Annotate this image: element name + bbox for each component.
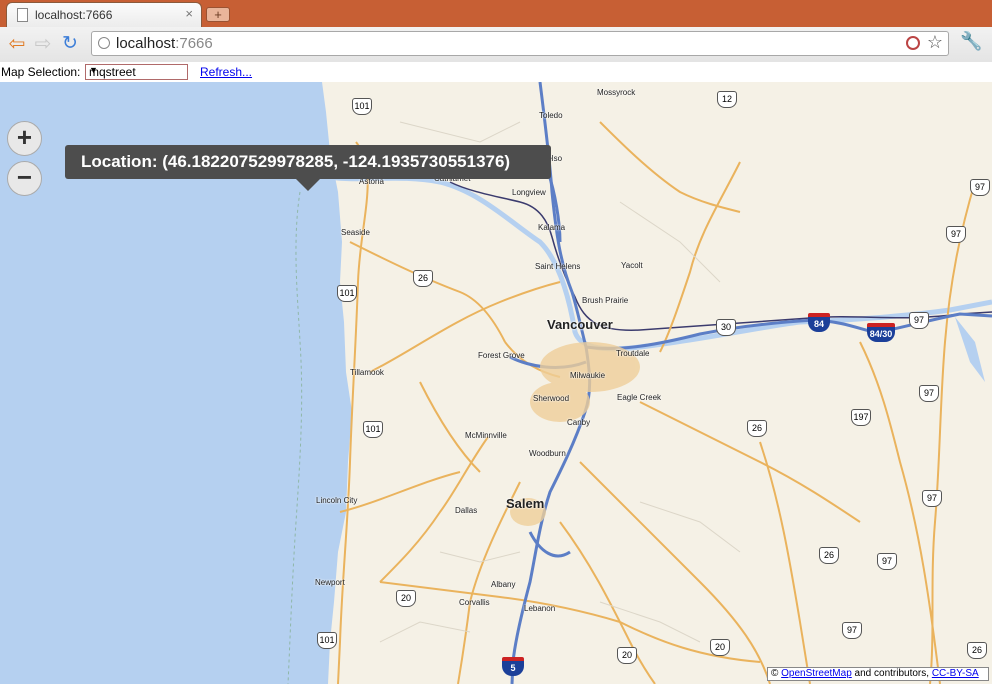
city-label-seaside: Seaside [341, 228, 370, 237]
city-label-toledo: Toledo [539, 111, 563, 120]
us101-shield-icon: 101 [337, 285, 357, 302]
popup-pointer [296, 179, 320, 191]
location-popup: Location: (46.182207529978285, -124.1935… [65, 145, 551, 179]
us97-shield-icon: 97 [909, 312, 929, 329]
us101-shield-icon: 101 [317, 632, 337, 649]
city-label-corvallis: Corvallis [459, 598, 490, 607]
city-label-lebanon: Lebanon [524, 604, 556, 613]
i84-shield-icon: 84 [808, 313, 830, 332]
us97-shield-icon: 97 [877, 553, 897, 570]
tab-title: localhost:7666 [35, 8, 113, 22]
close-tab-icon[interactable]: × [185, 6, 193, 21]
openstreetmap-link[interactable]: OpenStreetMap [781, 668, 852, 679]
map-view[interactable]: Mossyrock Toledo Kelso Astoria Cathlamet… [0, 82, 992, 684]
us26-shield-icon: 26 [819, 547, 839, 564]
city-label-troutdale: Troutdale [616, 349, 650, 358]
city-label-tillamook: Tillamook [350, 368, 384, 377]
us97-shield-icon: 97 [842, 622, 862, 639]
city-label-dallas: Dallas [455, 506, 478, 515]
city-label-albany: Albany [491, 580, 516, 589]
location-target-icon[interactable] [906, 36, 920, 50]
address-bar[interactable]: localhost:7666 ☆ [91, 31, 949, 56]
i5-shield-icon: 5 [502, 657, 524, 676]
title-bar: localhost:7666 × + [0, 0, 992, 27]
copyright-symbol: © [771, 668, 779, 679]
new-tab-button[interactable]: + [206, 7, 230, 22]
map-attribution: © OpenStreetMap and contributors, CC-BY-… [767, 667, 989, 681]
city-label-mcminnville: McMinnville [465, 431, 507, 440]
city-label-lincoln-city: Lincoln City [316, 496, 358, 505]
city-label-eagle-creek: Eagle Creek [617, 393, 662, 402]
map-selection-dropdown[interactable]: mqstreet ▼ [85, 64, 188, 80]
license-link[interactable]: CC-BY-SA [932, 668, 979, 679]
city-label-yacolt: Yacolt [621, 261, 643, 270]
us97-shield-icon: 97 [922, 490, 942, 507]
attribution-text: and contributors, [854, 668, 930, 679]
i84-30-shield-icon: 84/30 [867, 323, 895, 342]
back-arrow-icon[interactable]: ⇦ [5, 32, 29, 56]
city-label-longview: Longview [512, 188, 546, 197]
map-controls-bar: Map Selection: mqstreet ▼ Refresh... [0, 62, 992, 82]
us20-shield-icon: 20 [396, 590, 416, 607]
city-label-woodburn: Woodburn [529, 449, 566, 458]
dropdown-arrow-icon: ▼ [89, 65, 98, 75]
city-label-mossyrock: Mossyrock [597, 88, 636, 97]
us26-shield-icon: 26 [967, 642, 987, 659]
us20-shield-icon: 20 [617, 647, 637, 664]
zoom-in-button[interactable]: + [7, 121, 42, 156]
forward-arrow-icon[interactable]: ⇨ [31, 32, 55, 56]
map-selection-label: Map Selection: [1, 65, 81, 79]
us20-shield-icon: 20 [710, 639, 730, 656]
city-label-brush-prairie: Brush Prairie [582, 296, 629, 305]
us197-shield-icon: 197 [851, 409, 871, 426]
city-label-kalama: Kalama [538, 223, 566, 232]
us101-shield-icon: 101 [352, 98, 372, 115]
url-text[interactable]: localhost:7666 [116, 35, 213, 52]
city-label-saint-helens: Saint Helens [535, 262, 581, 271]
us97-shield-icon: 97 [919, 385, 939, 402]
globe-icon [98, 37, 110, 49]
city-label-salem: Salem [506, 496, 545, 511]
us101-shield-icon: 101 [363, 421, 383, 438]
page-icon [17, 8, 28, 22]
bookmark-star-icon[interactable]: ☆ [927, 32, 943, 53]
browser-toolbar: ⇦ ⇨ ↻ localhost:7666 ☆ 🔧 [0, 27, 992, 62]
city-label-sherwood: Sherwood [533, 394, 570, 403]
city-label-milwaukie: Milwaukie [570, 371, 606, 380]
city-label-forest-grove: Forest Grove [478, 351, 525, 360]
refresh-link[interactable]: Refresh... [200, 65, 252, 79]
reload-icon[interactable]: ↻ [58, 32, 82, 56]
browser-tab[interactable]: localhost:7666 × [6, 2, 202, 27]
city-label-newport: Newport [315, 578, 345, 587]
us26-shield-icon: 26 [413, 270, 433, 287]
zoom-out-button[interactable]: − [7, 161, 42, 196]
city-label-vancouver: Vancouver [547, 317, 613, 332]
us97-shield-icon: 97 [970, 179, 990, 196]
wa12-shield-icon: 12 [717, 91, 737, 108]
us97-shield-icon: 97 [946, 226, 966, 243]
wrench-icon[interactable]: 🔧 [960, 31, 982, 52]
us26-shield-icon: 26 [747, 420, 767, 437]
city-label-canby: Canby [567, 418, 591, 427]
us30-shield-icon: 30 [716, 319, 736, 336]
